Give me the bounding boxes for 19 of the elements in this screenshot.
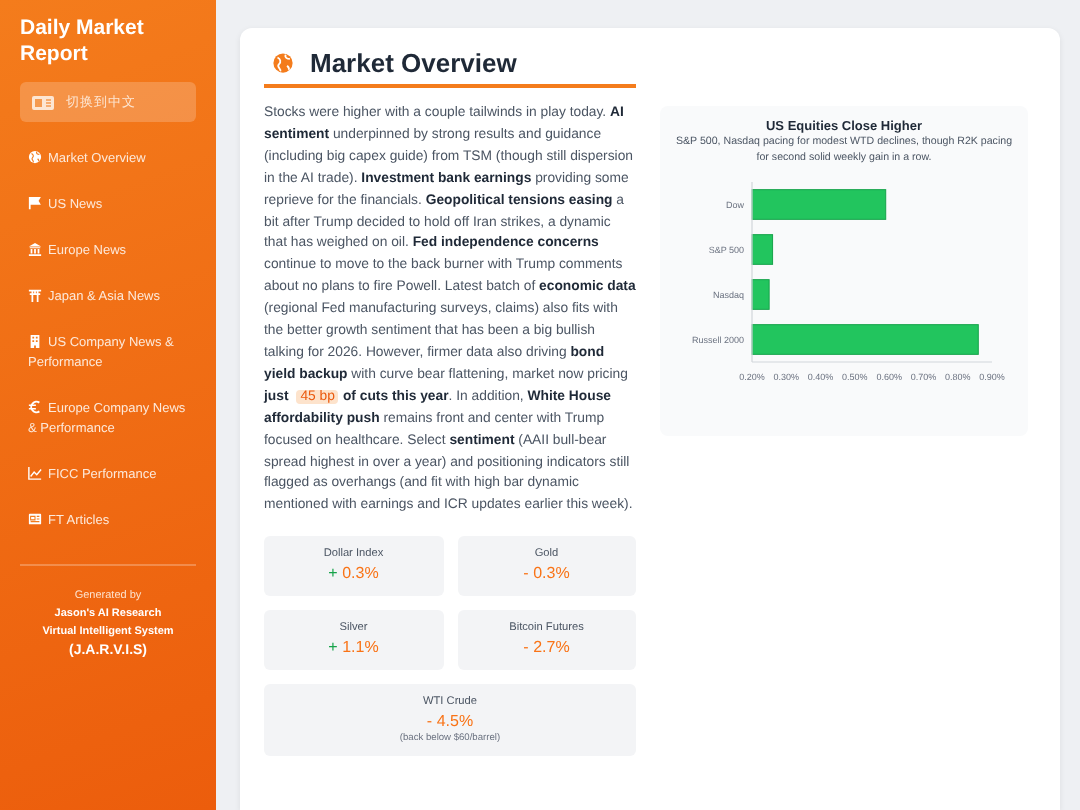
flag-icon bbox=[28, 196, 42, 210]
newspaper-icon bbox=[28, 512, 42, 526]
globe-icon bbox=[28, 150, 42, 164]
market-change: - 4.5% bbox=[424, 710, 476, 733]
market-change: - 2.7% bbox=[521, 636, 572, 659]
building-icon bbox=[28, 334, 42, 348]
euro-icon bbox=[28, 400, 42, 414]
translate-icon bbox=[32, 95, 54, 109]
gate-icon bbox=[28, 288, 42, 302]
market-change: - 0.3% bbox=[521, 562, 572, 585]
bar bbox=[751, 234, 774, 265]
market-change: + 0.3% bbox=[326, 562, 381, 585]
bank-icon bbox=[28, 242, 42, 256]
line-chart-icon bbox=[28, 466, 42, 480]
page-title: Market Overview bbox=[310, 48, 517, 78]
sidebar-title: Daily Market Report bbox=[20, 16, 146, 68]
globe-icon bbox=[272, 52, 294, 74]
bar bbox=[751, 189, 887, 220]
market-change: + 1.1% bbox=[326, 636, 381, 659]
